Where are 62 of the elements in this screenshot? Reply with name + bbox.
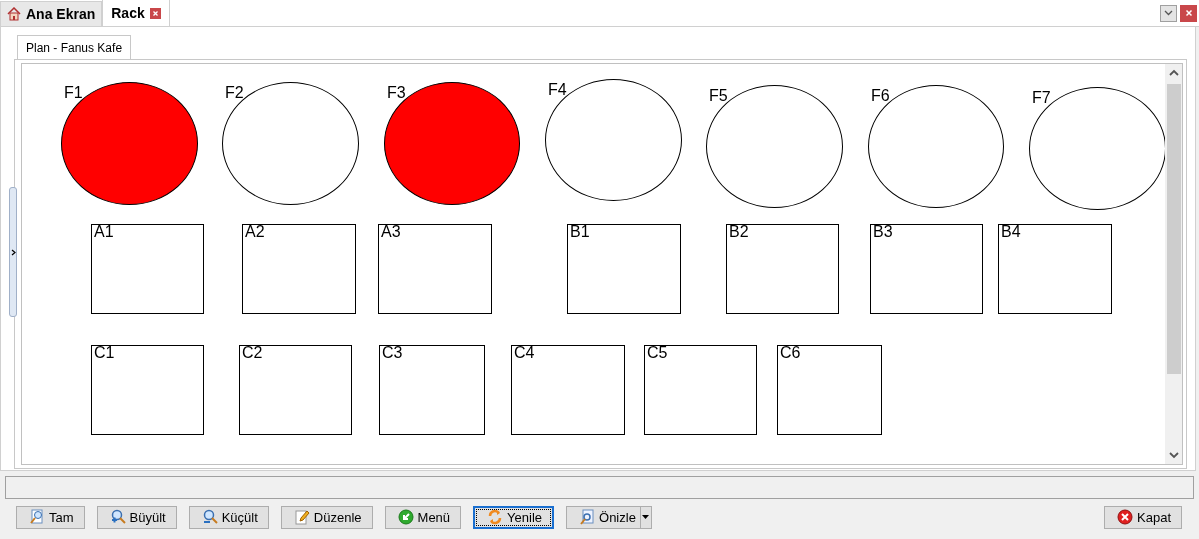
chevron-down-icon[interactable]: [1167, 449, 1180, 461]
table-label: A2: [245, 223, 265, 241]
refresh-icon: [487, 509, 504, 525]
close-button[interactable]: [1180, 4, 1197, 22]
tab[interactable]: Ana Ekran: [0, 1, 103, 26]
zoom-in-icon: [109, 509, 126, 525]
square-table[interactable]: [998, 224, 1112, 314]
close-icon: [1184, 9, 1193, 17]
pencil-icon: [293, 509, 310, 525]
close-button[interactable]: Kapat: [1104, 505, 1182, 529]
table-label: F6: [871, 87, 890, 105]
toolbar-button[interactable]: Küçült: [188, 505, 269, 529]
table-label: B2: [729, 223, 749, 241]
table-label: C6: [780, 344, 801, 362]
table-label: F5: [709, 87, 728, 105]
square-table[interactable]: [91, 224, 204, 314]
magnifier-icon: [29, 509, 45, 525]
table-label: C2: [242, 344, 263, 362]
table-label: F3: [387, 84, 406, 102]
table-label: F7: [1032, 89, 1051, 107]
table-label: C3: [382, 344, 403, 362]
table-label: F1: [64, 84, 83, 102]
square-table[interactable]: [511, 345, 625, 435]
table-label: A3: [381, 223, 401, 241]
square-table[interactable]: [242, 224, 356, 314]
table-label: C5: [647, 344, 668, 362]
dropdown-button[interactable]: [640, 505, 652, 529]
square-table[interactable]: [870, 224, 983, 314]
table-label: C4: [514, 344, 535, 362]
square-table[interactable]: [777, 345, 882, 435]
close-icon: [1117, 509, 1133, 525]
zoom-out-icon: [201, 509, 218, 525]
table-label: B1: [570, 223, 590, 241]
close-icon[interactable]: [149, 7, 161, 19]
square-table[interactable]: [644, 345, 757, 435]
toolbar-button[interactable]: Yenile: [473, 505, 555, 529]
tab[interactable]: Plan - Fanus Kafe: [17, 35, 132, 59]
toolbar-button[interactable]: Büyült: [96, 505, 177, 529]
square-table[interactable]: [726, 224, 839, 314]
square-table[interactable]: [379, 345, 485, 435]
table-label: A1: [94, 223, 114, 241]
scrollbar[interactable]: [1165, 64, 1182, 464]
dropdown-button[interactable]: [1160, 4, 1177, 22]
toolbar-button[interactable]: Menü: [384, 505, 462, 529]
preview-icon: [579, 509, 596, 525]
toolbar-button[interactable]: Tam: [16, 505, 85, 529]
square-table[interactable]: [91, 345, 204, 435]
table-label: C1: [94, 344, 115, 362]
tab[interactable]: Rack: [102, 0, 170, 26]
table-label: F2: [225, 84, 244, 102]
toolbar-button[interactable]: Düzenle: [280, 505, 373, 529]
collapse-handle[interactable]: [9, 187, 17, 317]
chevron-down-icon: [1164, 10, 1173, 16]
table-label: B4: [1001, 223, 1021, 241]
toolbar-button[interactable]: Önizle: [566, 505, 641, 529]
caret-icon: [642, 515, 650, 519]
square-table[interactable]: [239, 345, 352, 435]
square-table[interactable]: [567, 224, 681, 314]
house-icon: [7, 7, 21, 21]
square-table[interactable]: [378, 224, 492, 314]
table-label: B3: [873, 223, 893, 241]
table-label: F4: [548, 81, 567, 99]
